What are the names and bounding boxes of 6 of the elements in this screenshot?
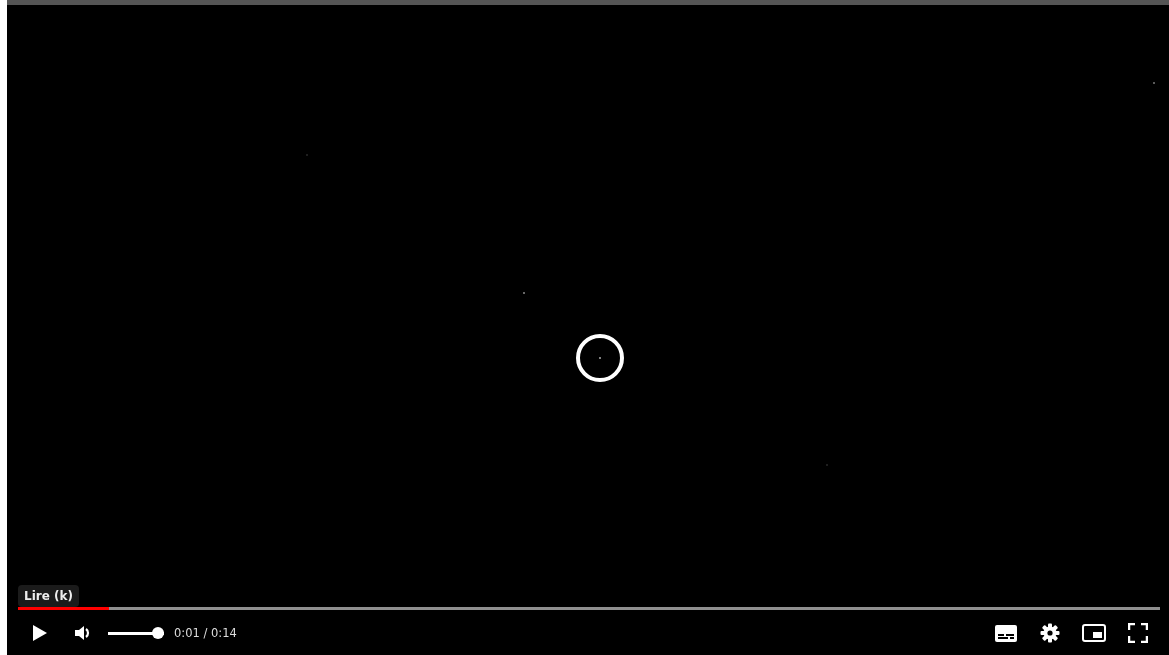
settings-icon	[1040, 623, 1060, 643]
fullscreen-icon	[1128, 623, 1148, 643]
tooltip: Lire (k)	[18, 585, 79, 607]
miniplayer-icon	[1082, 624, 1106, 642]
play-icon	[32, 624, 48, 642]
time-display: 0:01 / 0:14	[174, 626, 237, 640]
